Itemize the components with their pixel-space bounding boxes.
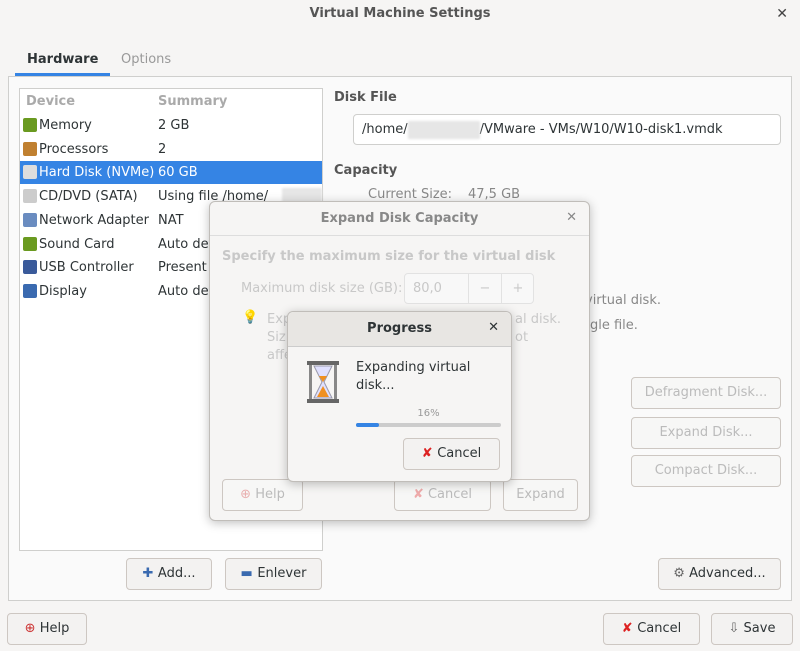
expand-help-button[interactable]: ⊕ Help <box>222 479 303 511</box>
remove-label: Enlever <box>257 566 307 581</box>
minus-icon: ▬ <box>240 566 258 581</box>
device-summary: Auto det <box>158 283 214 299</box>
progress-bar-fill <box>356 423 380 427</box>
expand-dialog-heading: Specify the maximum size for the virtual… <box>222 249 556 264</box>
increment-button[interactable]: + <box>501 274 534 303</box>
path-suffix: /VMware - VMs/W10/W10-disk1.vmdk <box>479 122 723 137</box>
cancel-button[interactable]: ✘ Cancel <box>603 613 700 645</box>
current-size-label: Current Size: <box>368 187 453 202</box>
path-prefix: /home/ <box>362 122 408 137</box>
progress-cancel-label: Cancel <box>437 446 482 461</box>
summary-column-header[interactable]: Summary <box>158 90 227 113</box>
expand-help-label: Help <box>255 487 285 502</box>
device-summary: 2 <box>158 141 167 157</box>
plus-icon: ✚ <box>142 566 158 581</box>
disk-file-input[interactable]: /home/ /VMware - VMs/W10/W10-disk1.vmdk <box>353 114 781 145</box>
current-size-value: 47,5 GB <box>468 187 521 202</box>
device-name: Hard Disk (NVMe) <box>39 165 155 181</box>
max-size-label: Maximum disk size (GB): <box>241 281 403 296</box>
close-icon[interactable]: ✕ <box>776 0 788 28</box>
usb-icon <box>23 260 37 275</box>
cancel-icon: ✘ <box>621 621 638 636</box>
device-name: Sound Card <box>39 236 115 252</box>
defragment-disk-button[interactable]: Defragment Disk... <box>631 377 781 409</box>
hard-disk-icon <box>23 165 37 180</box>
help-icon: ⊕ <box>240 487 256 502</box>
expand-cancel-label: Cancel <box>427 487 473 502</box>
device-name: Memory <box>39 118 92 133</box>
lightbulb-icon: 💡 <box>242 310 259 325</box>
progress-message: Expanding virtual disk... <box>356 360 471 393</box>
network-icon <box>23 212 37 227</box>
remove-button[interactable]: ▬ Enlever <box>225 558 322 590</box>
device-row-hard-disk-nvme[interactable]: Hard Disk (NVMe) 60 GB <box>20 161 322 185</box>
tip-text: ot <box>515 330 529 345</box>
disk-info-1: virtual disk. <box>585 293 661 308</box>
cd-icon <box>23 189 37 204</box>
advanced-button[interactable]: ⚙ Advanced... <box>658 558 781 590</box>
cpu-icon <box>23 141 37 156</box>
device-name: USB Controller <box>39 260 134 276</box>
cancel-icon: ✘ <box>412 487 428 502</box>
progress-percent: 16% <box>417 408 440 419</box>
help-icon: ⊕ <box>24 621 40 636</box>
close-icon[interactable]: ✕ <box>488 320 499 335</box>
device-summary: Auto det <box>158 236 214 252</box>
add-button[interactable]: ✚ Add... <box>126 558 212 590</box>
compact-disk-button[interactable]: Compact Disk... <box>631 455 781 487</box>
save-label: Save <box>743 621 776 636</box>
tab-options[interactable]: Options <box>109 44 183 76</box>
expand-button[interactable]: Expand <box>503 479 578 511</box>
display-icon <box>23 283 37 298</box>
close-icon[interactable]: ✕ <box>566 210 577 225</box>
tip-text: al disk. <box>515 312 562 327</box>
decrement-button[interactable]: − <box>468 274 501 303</box>
memory-icon <box>23 118 37 132</box>
device-summary: 2 GB <box>158 118 190 133</box>
window-title: Virtual Machine Settings <box>309 6 491 21</box>
add-label: Add... <box>157 566 196 581</box>
hourglass-icon <box>307 361 339 403</box>
help-button[interactable]: ⊕ Help <box>7 613 87 645</box>
advanced-label: Advanced... <box>689 566 766 581</box>
device-name: Processors <box>39 141 109 157</box>
progress-dialog-title: Progress <box>288 312 511 347</box>
expand-dialog-title: Expand Disk Capacity <box>210 202 589 236</box>
window-title-bar: Virtual Machine Settings ✕ <box>0 0 800 28</box>
save-button[interactable]: ⇩ Save <box>711 613 793 645</box>
cancel-label: Cancel <box>637 621 682 636</box>
disk-info-2: gle file. <box>590 318 638 333</box>
save-icon: ⇩ <box>728 621 744 636</box>
tip-text: Siz <box>267 330 286 345</box>
expand-cancel-button[interactable]: ✘ Cancel <box>394 479 491 511</box>
device-name: CD/DVD (SATA) <box>39 189 138 205</box>
device-summary: NAT <box>158 212 184 228</box>
progress-bar <box>356 423 501 427</box>
help-label: Help <box>39 621 70 636</box>
device-row-processors[interactable]: Processors 2 <box>20 138 322 161</box>
capacity-label: Capacity <box>334 163 398 178</box>
disk-file-label: Disk File <box>334 90 397 105</box>
cancel-icon: ✘ <box>421 446 438 461</box>
expand-disk-button[interactable]: Expand Disk... <box>631 417 781 449</box>
device-name: Display <box>39 283 87 299</box>
redacted-username <box>407 120 480 139</box>
sound-card-icon <box>23 236 37 251</box>
device-row-memory[interactable]: Memory 2 GB <box>20 114 322 137</box>
device-summary: Present <box>158 260 207 276</box>
max-size-value: 80,0 <box>413 281 442 296</box>
gears-icon: ⚙ <box>673 566 690 581</box>
device-name: Network Adapter <box>39 212 149 228</box>
tab-hardware[interactable]: Hardware <box>15 44 111 76</box>
max-size-spinner[interactable]: 80,0 − + <box>404 273 534 304</box>
progress-dialog: Progress ✕ Expanding virtual disk... 16%… <box>287 311 512 482</box>
device-column-header[interactable]: Device <box>26 90 75 113</box>
progress-cancel-button[interactable]: ✘ Cancel <box>403 438 500 470</box>
device-summary: 60 GB <box>158 165 198 181</box>
